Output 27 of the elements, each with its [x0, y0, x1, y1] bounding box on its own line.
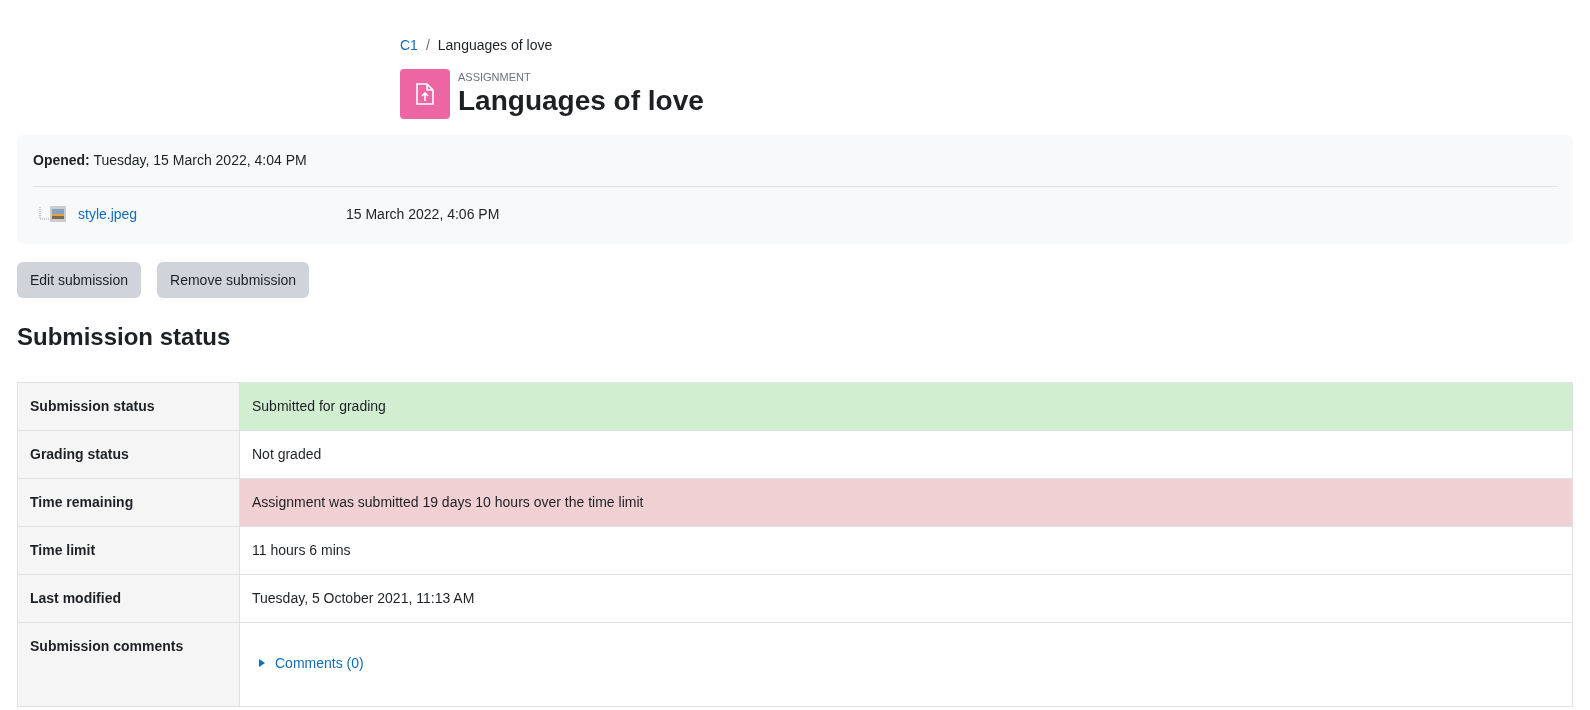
- caret-icon: [257, 659, 265, 667]
- row-label: Submission status: [17, 382, 240, 431]
- row-label: Time remaining: [17, 478, 240, 527]
- row-value: Not graded: [239, 430, 1573, 479]
- activity-type-label: ASSIGNMENT: [458, 70, 532, 84]
- tree-line-icon: [39, 207, 49, 221]
- breadcrumb-link[interactable]: C1: [400, 34, 418, 56]
- submission-button[interactable]: Edit submission: [17, 262, 142, 298]
- row-value: 11 hours 6 mins: [239, 526, 1573, 575]
- row-label: Grading status: [17, 430, 240, 479]
- section-heading: Submission status: [17, 322, 232, 352]
- comments-toggle[interactable]: Comments (0): [257, 653, 364, 673]
- row-label: Submission comments: [17, 622, 240, 706]
- row-label: Last modified: [17, 574, 240, 623]
- file-link[interactable]: style.jpeg: [78, 203, 346, 225]
- breadcrumb-current: Languages of love: [437, 35, 553, 55]
- file-date: 15 March 2022, 4:06 PM: [346, 204, 500, 224]
- row-value: Tuesday, 5 October 2021, 11:13 AM: [239, 574, 1573, 623]
- row-label: Time limit: [17, 526, 240, 575]
- breadcrumb-separator: /: [425, 35, 430, 55]
- assignment-icon: [400, 69, 450, 119]
- row-value: Submitted for grading: [239, 382, 1573, 431]
- page-title: Languages of love: [458, 84, 704, 118]
- opened-date: Opened: Tuesday, 15 March 2022, 4:04 PM: [33, 151, 308, 170]
- submission-button[interactable]: Remove submission: [157, 262, 310, 298]
- image-file-icon: [50, 206, 66, 222]
- row-value: Assignment was submitted 19 days 10 hours over the time limit: [239, 478, 1573, 527]
